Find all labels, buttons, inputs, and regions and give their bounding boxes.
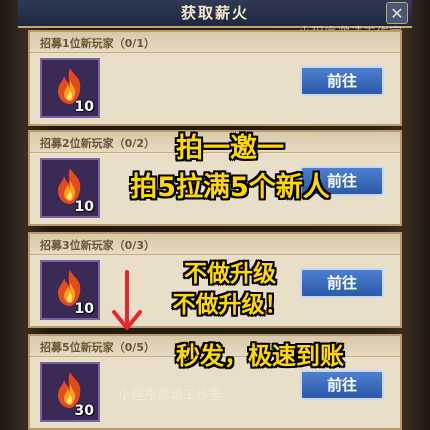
card-title: 招募5位新玩家（0/5）	[40, 341, 155, 354]
item-quantity: 10	[74, 99, 94, 115]
dialog-title: 获取薪火	[180, 4, 249, 22]
overlay-line-4: 不做升级！	[172, 292, 288, 318]
card-header: 招募3位新玩家（0/3）	[30, 234, 400, 255]
go-button-3[interactable]: 前往	[300, 268, 384, 298]
overlay-line-2: 拍5拉满5个新人	[130, 172, 330, 203]
card-title: 招募1位新玩家（0/1）	[40, 37, 155, 50]
item-quantity: 10	[74, 301, 94, 317]
game-screen: 获取薪火 ✕ 小程序邀请工作室 招募1位新玩家（0/1） 10 前往 招募2位新…	[0, 0, 430, 430]
go-button-1[interactable]: 前往	[300, 66, 384, 96]
overlay-line-1: 拍一邀一	[176, 133, 284, 164]
overlay-line-5: 秒发，极速到账	[176, 342, 344, 370]
card-title: 招募2位新玩家（0/2）	[40, 137, 155, 150]
overlay-line-3: 不做升级	[184, 261, 276, 287]
flame-item-slot[interactable]: 10	[40, 58, 100, 118]
item-quantity: 30	[74, 403, 94, 419]
go-button-4[interactable]: 前往	[300, 370, 384, 400]
card-header: 招募1位新玩家（0/1）	[30, 32, 400, 53]
watermark-bottom: 小程序邀请工作室	[118, 388, 223, 403]
flame-item-slot[interactable]: 10	[40, 260, 100, 320]
card-title: 招募3位新玩家（0/3）	[40, 239, 155, 252]
close-icon[interactable]: ✕	[386, 2, 408, 24]
reward-card-1: 招募1位新玩家（0/1） 10 前往	[28, 30, 402, 126]
flame-item-slot[interactable]: 30	[40, 362, 100, 422]
down-arrow-icon	[112, 270, 142, 330]
